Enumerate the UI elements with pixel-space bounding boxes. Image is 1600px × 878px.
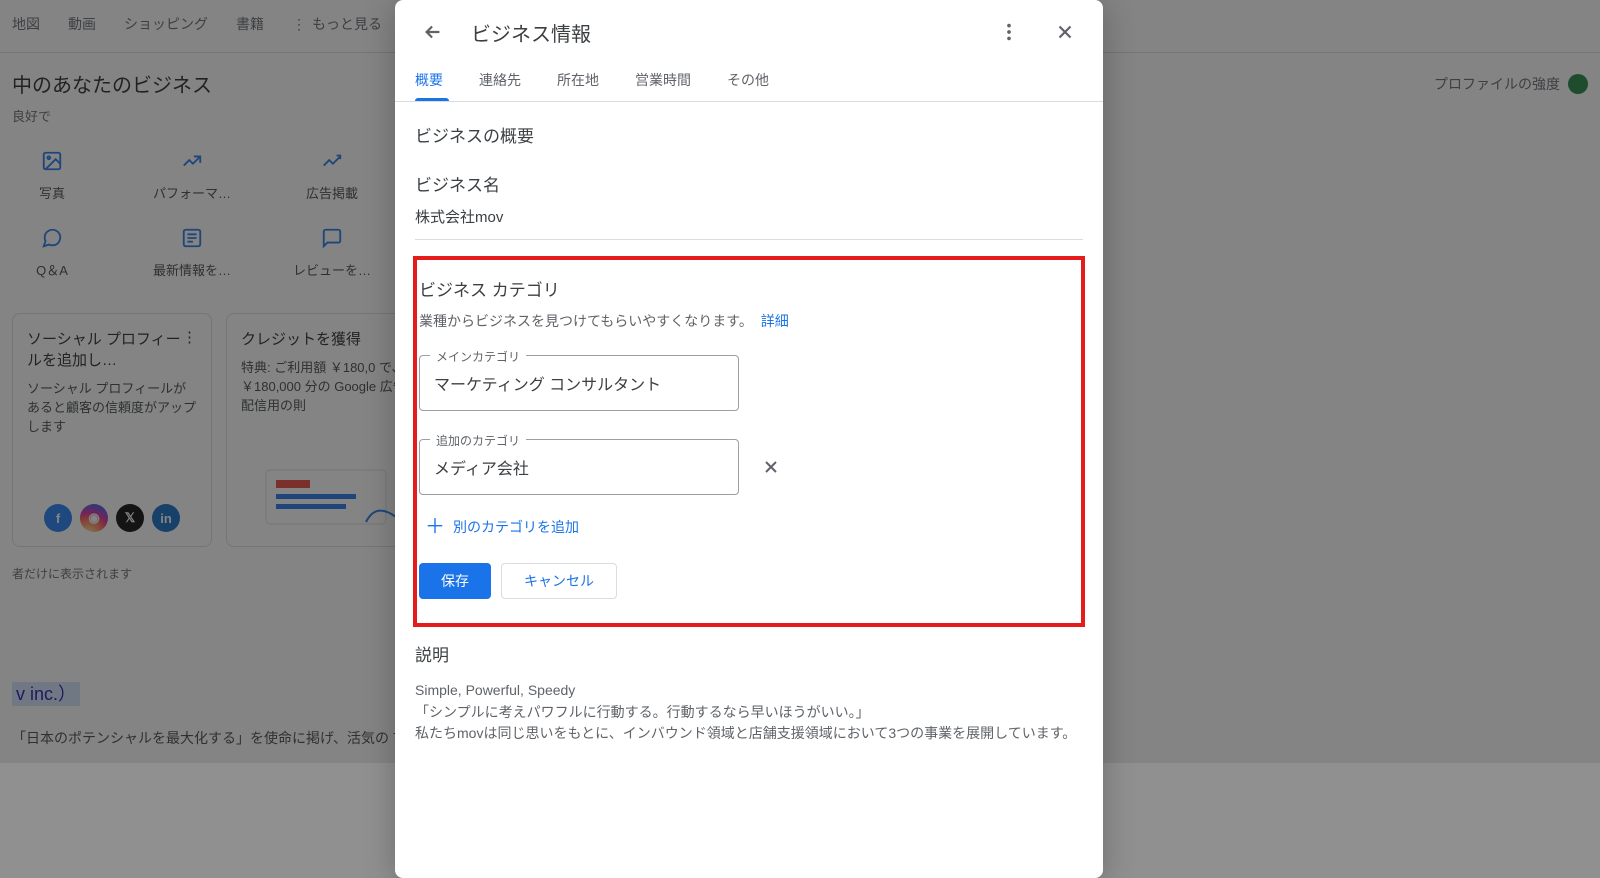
additional-category-field[interactable]: 追加のカテゴリ bbox=[419, 439, 739, 495]
dialog-tabs: 概要 連絡先 所在地 営業時間 その他 bbox=[395, 58, 1103, 102]
business-name-label: ビジネス名 bbox=[415, 171, 1083, 196]
close-button[interactable] bbox=[1047, 14, 1083, 50]
plus-icon: ＋ bbox=[425, 517, 445, 537]
category-description: 業種からビジネスを見つけてもらいやすくなります。 詳細 bbox=[419, 311, 1079, 331]
tab-other[interactable]: その他 bbox=[727, 58, 769, 101]
additional-category-input[interactable] bbox=[434, 458, 724, 494]
dialog-title: ビジネス情報 bbox=[471, 18, 971, 47]
description-line2: 「シンプルに考えパワフルに行動する。行動するなら早いほうがいい。」 bbox=[415, 702, 1083, 724]
add-category-link[interactable]: ＋ 別のカテゴリを追加 bbox=[425, 517, 1079, 537]
tab-hours[interactable]: 営業時間 bbox=[635, 58, 691, 101]
main-category-label: メインカテゴリ bbox=[430, 348, 526, 365]
description-section: 説明 Simple, Powerful, Speedy 「シンプルに考えパワフル… bbox=[415, 641, 1083, 745]
more-options-button[interactable] bbox=[991, 14, 1027, 50]
description-heading: 説明 bbox=[415, 641, 1083, 666]
tab-overview[interactable]: 概要 bbox=[415, 58, 443, 101]
category-highlight-box: ビジネス カテゴリ 業種からビジネスを見つけてもらいやすくなります。 詳細 メイ… bbox=[413, 256, 1085, 627]
tab-contact[interactable]: 連絡先 bbox=[479, 58, 521, 101]
category-heading: ビジネス カテゴリ bbox=[419, 276, 1079, 301]
learn-more-link[interactable]: 詳細 bbox=[761, 313, 789, 329]
remove-category-button[interactable] bbox=[757, 457, 785, 477]
dialog-body[interactable]: ビジネスの概要 ビジネス名 株式会社mov ビジネス カテゴリ 業種からビジネス… bbox=[395, 102, 1103, 878]
additional-category-label: 追加のカテゴリ bbox=[430, 432, 526, 449]
add-category-label: 別のカテゴリを追加 bbox=[453, 517, 579, 537]
cancel-button[interactable]: キャンセル bbox=[501, 563, 617, 599]
dialog-header: ビジネス情報 bbox=[395, 0, 1103, 64]
category-desc-text: 業種からビジネスを見つけてもらいやすくなります。 bbox=[419, 313, 753, 329]
save-button[interactable]: 保存 bbox=[419, 563, 491, 599]
divider bbox=[415, 239, 1083, 240]
business-name-value: 株式会社mov bbox=[415, 206, 1083, 227]
back-button[interactable] bbox=[415, 14, 451, 50]
business-info-dialog: ビジネス情報 概要 連絡先 所在地 営業時間 その他 ビジネスの概要 ビジネス名… bbox=[395, 0, 1103, 878]
tab-location[interactable]: 所在地 bbox=[557, 58, 599, 101]
main-category-field[interactable]: メインカテゴリ bbox=[419, 355, 739, 411]
description-line1: Simple, Powerful, Speedy bbox=[415, 680, 1083, 702]
main-category-input[interactable] bbox=[434, 374, 724, 410]
overview-section-heading: ビジネスの概要 bbox=[415, 122, 1083, 147]
description-line3: 私たちmovは同じ思いをもとに、インバウンド領域と店舗支援領域において3つの事業… bbox=[415, 723, 1083, 745]
